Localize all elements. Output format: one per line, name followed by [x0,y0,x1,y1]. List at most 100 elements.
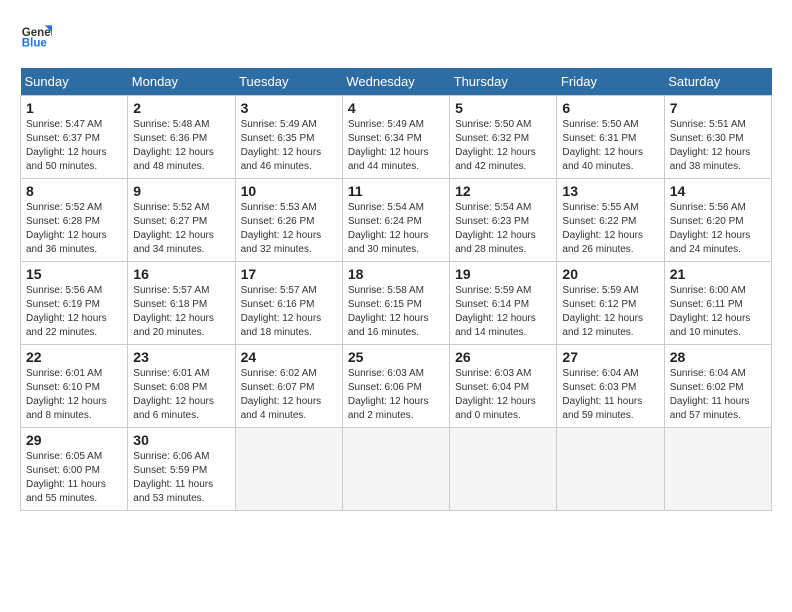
calendar-cell: 27 Sunrise: 6:04 AM Sunset: 6:03 PM Dayli… [557,345,664,428]
day-info: Sunrise: 5:56 AM Sunset: 6:19 PM Dayligh… [26,284,122,340]
day-number: 20 [562,266,658,282]
day-info: Sunrise: 5:49 AM Sunset: 6:34 PM Dayligh… [348,118,444,174]
weekday-header-monday: Monday [128,68,235,96]
day-number: 29 [26,432,122,448]
day-number: 3 [241,100,337,116]
calendar-cell: 1Sunrise: 5:47 AM Sunset: 6:37 PM Daylig… [21,96,128,179]
day-info: Sunrise: 5:52 AM Sunset: 6:28 PM Dayligh… [26,201,122,257]
weekday-header-thursday: Thursday [450,68,557,96]
calendar-cell: 14 Sunrise: 5:56 AM Sunset: 6:20 PM Dayli… [664,179,771,262]
day-info: Sunrise: 5:54 AM Sunset: 6:23 PM Dayligh… [455,201,551,257]
day-number: 25 [348,349,444,365]
day-number: 12 [455,183,551,199]
logo-icon: General Blue [20,20,52,52]
day-info: Sunrise: 6:04 AM Sunset: 6:03 PM Dayligh… [562,367,658,423]
calendar-cell [342,428,449,511]
day-number: 15 [26,266,122,282]
day-number: 8 [26,183,122,199]
calendar-cell: 4 Sunrise: 5:49 AM Sunset: 6:34 PM Daylig… [342,96,449,179]
day-number: 11 [348,183,444,199]
calendar-cell: 26Sunrise: 6:03 AM Sunset: 6:04 PM Dayli… [450,345,557,428]
day-number: 13 [562,183,658,199]
day-number: 4 [348,100,444,116]
day-info: Sunrise: 6:03 AM Sunset: 6:04 PM Dayligh… [455,367,551,423]
day-info: Sunrise: 6:05 AM Sunset: 6:00 PM Dayligh… [26,450,122,506]
calendar-cell: 21Sunrise: 6:00 AM Sunset: 6:11 PM Dayli… [664,262,771,345]
day-number: 30 [133,432,229,448]
calendar-cell: 15 Sunrise: 5:56 AM Sunset: 6:19 PM Dayli… [21,262,128,345]
day-info: Sunrise: 5:57 AM Sunset: 6:16 PM Dayligh… [241,284,337,340]
day-info: Sunrise: 5:54 AM Sunset: 6:24 PM Dayligh… [348,201,444,257]
day-info: Sunrise: 6:01 AM Sunset: 6:08 PM Dayligh… [133,367,229,423]
calendar-cell: 9 Sunrise: 5:52 AM Sunset: 6:27 PM Daylig… [128,179,235,262]
day-info: Sunrise: 5:50 AM Sunset: 6:31 PM Dayligh… [562,118,658,174]
weekday-header-tuesday: Tuesday [235,68,342,96]
calendar-cell: 12 Sunrise: 5:54 AM Sunset: 6:23 PM Dayli… [450,179,557,262]
calendar-week-2: 8 Sunrise: 5:52 AM Sunset: 6:28 PM Daylig… [21,179,772,262]
weekday-header-sunday: Sunday [21,68,128,96]
calendar-cell: 8 Sunrise: 5:52 AM Sunset: 6:28 PM Daylig… [21,179,128,262]
day-number: 24 [241,349,337,365]
day-number: 10 [241,183,337,199]
day-info: Sunrise: 6:00 AM Sunset: 6:11 PM Dayligh… [670,284,766,340]
calendar-cell [664,428,771,511]
logo: General Blue [20,20,52,52]
day-number: 17 [241,266,337,282]
day-info: Sunrise: 5:52 AM Sunset: 6:27 PM Dayligh… [133,201,229,257]
calendar-cell: 28Sunrise: 6:04 AM Sunset: 6:02 PM Dayli… [664,345,771,428]
day-number: 6 [562,100,658,116]
calendar-cell: 18Sunrise: 5:58 AM Sunset: 6:15 PM Dayli… [342,262,449,345]
day-info: Sunrise: 5:48 AM Sunset: 6:36 PM Dayligh… [133,118,229,174]
day-number: 27 [562,349,658,365]
calendar-cell: 2 Sunrise: 5:48 AM Sunset: 6:36 PM Daylig… [128,96,235,179]
day-info: Sunrise: 6:01 AM Sunset: 6:10 PM Dayligh… [26,367,122,423]
calendar-cell: 11 Sunrise: 5:54 AM Sunset: 6:24 PM Dayli… [342,179,449,262]
weekday-header-friday: Friday [557,68,664,96]
day-info: Sunrise: 6:06 AM Sunset: 5:59 PM Dayligh… [133,450,229,506]
calendar-cell [450,428,557,511]
calendar-cell: 24 Sunrise: 6:02 AM Sunset: 6:07 PM Dayli… [235,345,342,428]
calendar-cell: 19 Sunrise: 5:59 AM Sunset: 6:14 PM Dayli… [450,262,557,345]
weekday-header-row: SundayMondayTuesdayWednesdayThursdayFrid… [21,68,772,96]
day-number: 14 [670,183,766,199]
calendar-cell: 20 Sunrise: 5:59 AM Sunset: 6:12 PM Dayli… [557,262,664,345]
day-info: Sunrise: 5:59 AM Sunset: 6:12 PM Dayligh… [562,284,658,340]
day-number: 9 [133,183,229,199]
day-info: Sunrise: 5:56 AM Sunset: 6:20 PM Dayligh… [670,201,766,257]
calendar-week-5: 29 Sunrise: 6:05 AM Sunset: 6:00 PM Dayli… [21,428,772,511]
calendar-cell: 23 Sunrise: 6:01 AM Sunset: 6:08 PM Dayli… [128,345,235,428]
calendar-cell: 7 Sunrise: 5:51 AM Sunset: 6:30 PM Daylig… [664,96,771,179]
calendar-cell: 22 Sunrise: 6:01 AM Sunset: 6:10 PM Dayli… [21,345,128,428]
calendar-cell [557,428,664,511]
day-info: Sunrise: 5:58 AM Sunset: 6:15 PM Dayligh… [348,284,444,340]
calendar-cell: 25Sunrise: 6:03 AM Sunset: 6:06 PM Dayli… [342,345,449,428]
calendar-cell: 30 Sunrise: 6:06 AM Sunset: 5:59 PM Dayli… [128,428,235,511]
calendar-cell: 29 Sunrise: 6:05 AM Sunset: 6:00 PM Dayli… [21,428,128,511]
calendar-cell: 17 Sunrise: 5:57 AM Sunset: 6:16 PM Dayli… [235,262,342,345]
day-info: Sunrise: 5:50 AM Sunset: 6:32 PM Dayligh… [455,118,551,174]
calendar-cell: 10Sunrise: 5:53 AM Sunset: 6:26 PM Dayli… [235,179,342,262]
day-number: 7 [670,100,766,116]
day-info: Sunrise: 6:02 AM Sunset: 6:07 PM Dayligh… [241,367,337,423]
day-info: Sunrise: 5:51 AM Sunset: 6:30 PM Dayligh… [670,118,766,174]
calendar-table: SundayMondayTuesdayWednesdayThursdayFrid… [20,68,772,511]
calendar-cell: 3Sunrise: 5:49 AM Sunset: 6:35 PM Daylig… [235,96,342,179]
calendar-cell: 6 Sunrise: 5:50 AM Sunset: 6:31 PM Daylig… [557,96,664,179]
day-number: 23 [133,349,229,365]
day-number: 2 [133,100,229,116]
day-info: Sunrise: 6:04 AM Sunset: 6:02 PM Dayligh… [670,367,766,423]
day-number: 1 [26,100,122,116]
day-info: Sunrise: 5:59 AM Sunset: 6:14 PM Dayligh… [455,284,551,340]
day-number: 16 [133,266,229,282]
calendar-week-3: 15 Sunrise: 5:56 AM Sunset: 6:19 PM Dayli… [21,262,772,345]
calendar-week-4: 22 Sunrise: 6:01 AM Sunset: 6:10 PM Dayli… [21,345,772,428]
day-info: Sunrise: 5:57 AM Sunset: 6:18 PM Dayligh… [133,284,229,340]
day-number: 22 [26,349,122,365]
day-number: 19 [455,266,551,282]
calendar-cell [235,428,342,511]
calendar-cell: 16 Sunrise: 5:57 AM Sunset: 6:18 PM Dayli… [128,262,235,345]
svg-text:Blue: Blue [22,38,48,50]
day-number: 5 [455,100,551,116]
day-info: Sunrise: 5:55 AM Sunset: 6:22 PM Dayligh… [562,201,658,257]
calendar-cell: 13 Sunrise: 5:55 AM Sunset: 6:22 PM Dayli… [557,179,664,262]
